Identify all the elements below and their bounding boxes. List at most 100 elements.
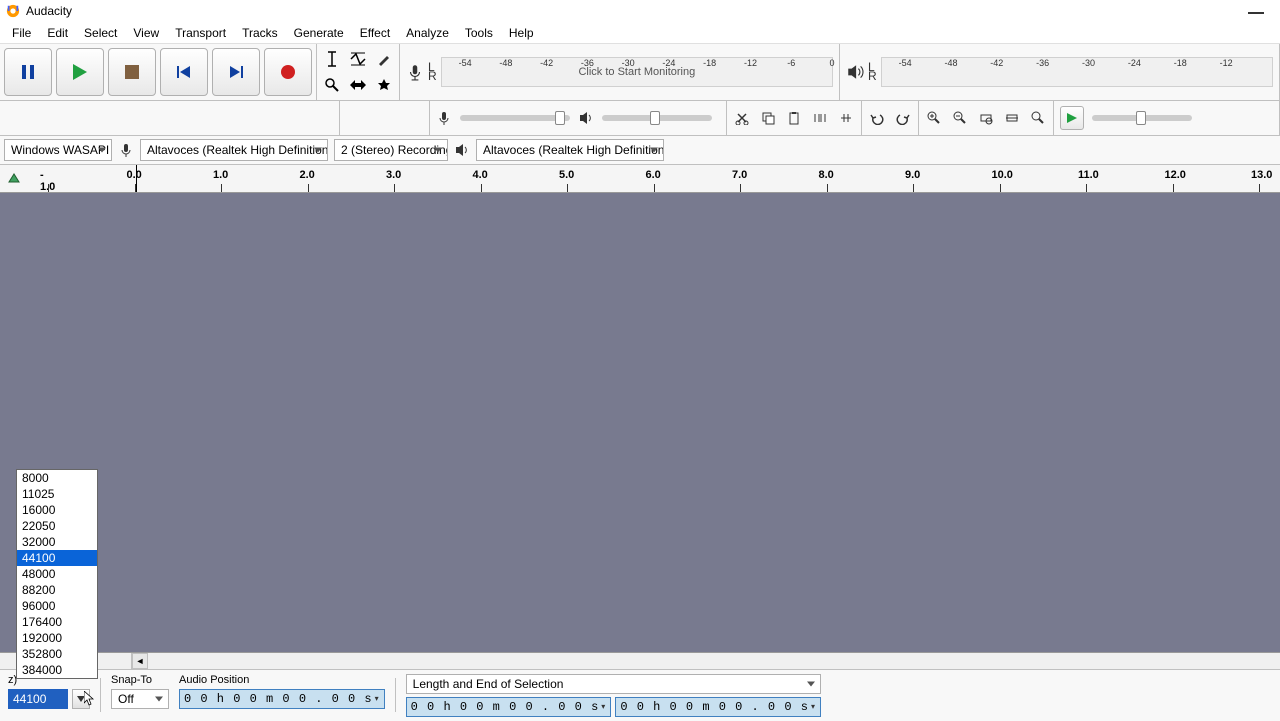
- skip-end-button[interactable]: [212, 48, 260, 96]
- playback-volume-slider[interactable]: [602, 115, 712, 121]
- recording-meter-bar[interactable]: Click to Start Monitoring -54-48-42-36-3…: [441, 57, 833, 87]
- menu-edit[interactable]: Edit: [39, 23, 76, 43]
- snap-to-label: Snap-To: [111, 674, 169, 686]
- selection-tool[interactable]: [319, 46, 345, 72]
- pin-icon: [7, 172, 21, 186]
- recording-volume-slider[interactable]: [460, 115, 570, 121]
- menu-view[interactable]: View: [125, 23, 167, 43]
- cut-button[interactable]: [729, 105, 755, 131]
- playback-device-select[interactable]: Altavoces (Realtek High Definition: [476, 139, 664, 161]
- meter-tick: -42: [540, 58, 553, 68]
- envelope-icon: [350, 52, 366, 66]
- playback-speed-slider[interactable]: [1092, 115, 1192, 121]
- fit-project-button[interactable]: [999, 105, 1025, 131]
- meter-tick: -18: [703, 58, 716, 68]
- menu-file[interactable]: File: [4, 23, 39, 43]
- selection-start-display[interactable]: 0 0 h 0 0 m 0 0 . 0 0 s: [406, 697, 612, 717]
- trim-button[interactable]: [807, 105, 833, 131]
- lr-label: LR: [428, 63, 437, 81]
- paste-button[interactable]: [781, 105, 807, 131]
- draw-tool[interactable]: [371, 46, 397, 72]
- redo-button[interactable]: [890, 105, 916, 131]
- timeline-ruler[interactable]: - 1.00.01.02.03.04.05.06.07.08.09.010.01…: [28, 165, 1280, 192]
- ibeam-icon: [325, 51, 339, 67]
- play-button[interactable]: [56, 48, 104, 96]
- skip-start-button[interactable]: [160, 48, 208, 96]
- menu-tools[interactable]: Tools: [457, 23, 501, 43]
- play-icon: [71, 63, 89, 81]
- zoom-tool[interactable]: [319, 72, 345, 98]
- fit-selection-button[interactable]: [973, 105, 999, 131]
- envelope-tool[interactable]: [345, 46, 371, 72]
- timeline[interactable]: - 1.00.01.02.03.04.05.06.07.08.09.010.01…: [0, 165, 1280, 193]
- stop-button[interactable]: [108, 48, 156, 96]
- skip-end-icon: [228, 64, 244, 80]
- app-icon: [6, 4, 20, 18]
- play-at-speed-button[interactable]: [1060, 106, 1084, 130]
- zoom-in-button[interactable]: [921, 105, 947, 131]
- menu-tracks[interactable]: Tracks: [234, 23, 286, 43]
- rate-option[interactable]: 96000: [17, 598, 97, 614]
- minimize-button[interactable]: [1248, 12, 1264, 14]
- rate-option[interactable]: 48000: [17, 566, 97, 582]
- audio-host-select[interactable]: Windows WASAPI: [4, 139, 112, 161]
- meter-tick: -24: [662, 58, 675, 68]
- rate-option[interactable]: 32000: [17, 534, 97, 550]
- menu-effect[interactable]: Effect: [352, 23, 398, 43]
- timeline-pin[interactable]: [0, 165, 28, 192]
- silence-button[interactable]: [833, 105, 859, 131]
- menu-analyze[interactable]: Analyze: [398, 23, 457, 43]
- project-rate-input[interactable]: [8, 689, 68, 709]
- selection-end-display[interactable]: 0 0 h 0 0 m 0 0 . 0 0 s: [615, 697, 821, 717]
- menu-transport[interactable]: Transport: [167, 23, 234, 43]
- project-rate-dropdown-button[interactable]: [72, 689, 90, 709]
- rate-option[interactable]: 11025: [17, 486, 97, 502]
- zoom-out-button[interactable]: [947, 105, 973, 131]
- recording-device-select[interactable]: Altavoces (Realtek High Definition: [140, 139, 328, 161]
- rate-option[interactable]: 8000: [17, 470, 97, 486]
- zoom-toggle-button[interactable]: [1025, 105, 1051, 131]
- recording-channels-select[interactable]: 2 (Stereo) Recording: [334, 139, 448, 161]
- audio-position-display[interactable]: 0 0 h 0 0 m 0 0 . 0 0 s: [179, 689, 385, 709]
- playback-meter-bar[interactable]: -54-48-42-36-30-24-18-12: [881, 57, 1273, 87]
- copy-button[interactable]: [755, 105, 781, 131]
- menu-bar: File Edit Select View Transport Tracks G…: [0, 22, 1280, 44]
- rate-option[interactable]: 192000: [17, 630, 97, 646]
- timeshift-tool[interactable]: [345, 72, 371, 98]
- rate-option[interactable]: 176400: [17, 614, 97, 630]
- mic-icon: [436, 110, 452, 126]
- recording-meter[interactable]: LR Click to Start Monitoring -54-48-42-3…: [400, 44, 840, 100]
- scroll-left-button[interactable]: ◄: [132, 653, 148, 669]
- app-title: Audacity: [26, 4, 72, 18]
- snap-to-select[interactable]: Off: [111, 689, 169, 709]
- meter-tick: 0: [829, 58, 834, 68]
- rate-option[interactable]: 16000: [17, 502, 97, 518]
- meter-tick: -30: [1082, 58, 1095, 68]
- chevron-down-icon: [77, 696, 85, 702]
- multi-tool[interactable]: [371, 72, 397, 98]
- meter-tick: -30: [622, 58, 635, 68]
- track-area[interactable]: [0, 193, 1280, 653]
- lr-label: LR: [868, 63, 877, 81]
- selection-mode-select[interactable]: Length and End of Selection: [406, 674, 821, 694]
- project-rate-dropdown-list[interactable]: 8000110251600022050320004410048000882009…: [16, 469, 98, 679]
- mixer-toolbar: [430, 101, 727, 135]
- menu-generate[interactable]: Generate: [286, 23, 352, 43]
- menu-help[interactable]: Help: [501, 23, 542, 43]
- rate-option[interactable]: 44100: [17, 550, 97, 566]
- menu-select[interactable]: Select: [76, 23, 125, 43]
- undo-button[interactable]: [864, 105, 890, 131]
- horizontal-scrollbar[interactable]: ◄: [0, 653, 1280, 669]
- meter-tick: -36: [1036, 58, 1049, 68]
- rate-option[interactable]: 88200: [17, 582, 97, 598]
- meter-hint: Click to Start Monitoring: [578, 66, 695, 78]
- record-button[interactable]: [264, 48, 312, 96]
- rate-option[interactable]: 352800: [17, 646, 97, 662]
- pause-button[interactable]: [4, 48, 52, 96]
- play-at-speed-toolbar: [1054, 101, 1280, 135]
- fit-sel-icon: [979, 111, 993, 125]
- playback-meter[interactable]: LR -54-48-42-36-30-24-18-12: [840, 44, 1280, 100]
- rate-option[interactable]: 384000: [17, 662, 97, 678]
- rate-option[interactable]: 22050: [17, 518, 97, 534]
- meter-tick: -36: [581, 58, 594, 68]
